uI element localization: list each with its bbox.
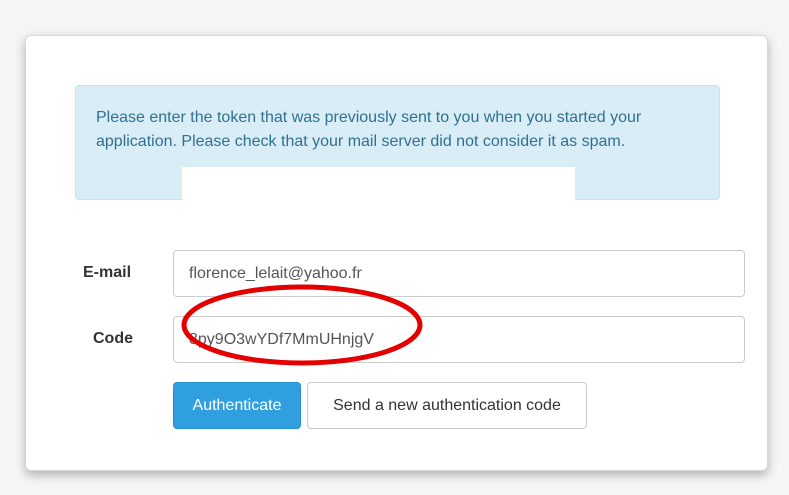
login-card: Please enter the token that was previous… <box>25 35 768 471</box>
code-field[interactable] <box>173 316 745 363</box>
resend-code-button[interactable]: Send a new authentication code <box>307 382 587 429</box>
email-label: E-mail <box>83 264 132 281</box>
alert-overlay <box>182 167 575 200</box>
info-alert-text: Please enter the token that was previous… <box>96 109 642 150</box>
authenticate-button[interactable]: Authenticate <box>173 382 301 429</box>
info-alert: Please enter the token that was previous… <box>75 85 720 200</box>
code-label: Code <box>93 330 133 347</box>
email-field[interactable] <box>173 250 745 297</box>
